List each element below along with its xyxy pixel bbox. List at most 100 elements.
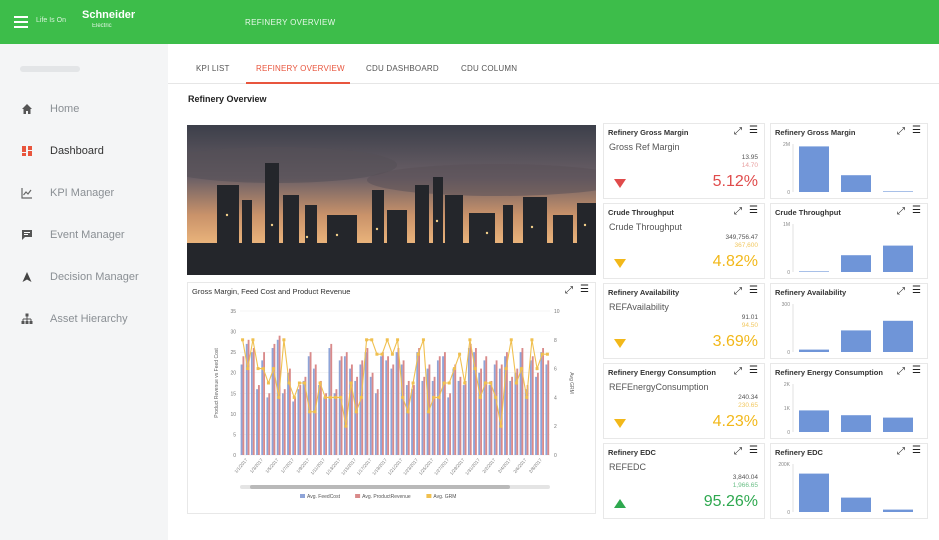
chart-line-icon bbox=[20, 186, 34, 200]
grm-point bbox=[473, 367, 477, 371]
grm-point bbox=[375, 352, 379, 356]
gross-margin-chart-panel: Gross Margin, Feed Cost and Product Reve… bbox=[187, 282, 596, 514]
refinery-image bbox=[187, 125, 596, 275]
bar-feed-cost bbox=[416, 352, 419, 455]
bar-product-revenue bbox=[402, 360, 405, 455]
sidebar-item-asset-hierarchy[interactable]: Asset Hierarchy bbox=[0, 302, 168, 336]
expand-icon[interactable]: ⤢ bbox=[897, 366, 905, 377]
grm-point bbox=[308, 410, 312, 414]
bar-product-revenue bbox=[490, 380, 493, 455]
grm-point bbox=[380, 352, 384, 356]
expand-icon[interactable]: ⤢ bbox=[897, 126, 905, 137]
grm-point bbox=[447, 381, 451, 385]
expand-icon[interactable]: ⤢ bbox=[734, 126, 742, 137]
bar-product-revenue bbox=[330, 343, 333, 455]
bar-product-revenue bbox=[371, 372, 374, 455]
bar-feed-cost bbox=[545, 364, 548, 455]
mini-bar bbox=[841, 255, 871, 272]
menu-icon[interactable]: ☰ bbox=[749, 445, 758, 456]
mini-tick-label: 1M bbox=[783, 222, 790, 228]
active-tab-indicator bbox=[246, 82, 350, 84]
grm-point bbox=[494, 395, 498, 399]
bar-feed-cost bbox=[405, 385, 408, 455]
bar-feed-cost bbox=[431, 380, 434, 455]
bar-feed-cost bbox=[467, 348, 470, 455]
bar-product-revenue bbox=[521, 348, 524, 455]
bar-feed-cost bbox=[535, 376, 537, 455]
sidebar-item-event-manager[interactable]: Event Manager bbox=[0, 218, 168, 252]
menu-icon[interactable]: ☰ bbox=[749, 285, 758, 296]
expand-icon[interactable]: ⤢ bbox=[897, 286, 905, 297]
bar-feed-cost bbox=[364, 352, 367, 455]
bar-feed-cost bbox=[514, 372, 517, 455]
menu-icon[interactable]: ☰ bbox=[749, 365, 758, 376]
menu-icon[interactable]: ☰ bbox=[912, 445, 921, 456]
kpi-percent: 5.12% bbox=[712, 173, 758, 190]
bar-feed-cost bbox=[354, 380, 357, 455]
grm-point bbox=[246, 367, 250, 371]
expand-icon[interactable]: ⤢ bbox=[734, 446, 742, 457]
mini-bar-chart: 200K 0 Refinery EDC ⤢ ☰ bbox=[770, 443, 928, 519]
bar-product-revenue bbox=[381, 352, 384, 455]
trend-down-icon bbox=[614, 339, 626, 348]
kpi-card: Refinery Availability ⤢ ☰ REFAvailabilit… bbox=[603, 283, 765, 359]
menu-icon[interactable]: ☰ bbox=[912, 285, 921, 296]
grm-point bbox=[261, 367, 265, 371]
grm-point bbox=[251, 338, 255, 342]
bar-feed-cost bbox=[318, 385, 320, 455]
navigation-arrow-icon bbox=[20, 270, 34, 284]
bar-product-revenue bbox=[459, 376, 462, 455]
menu-icon[interactable]: ☰ bbox=[912, 125, 921, 136]
bar-product-revenue bbox=[397, 348, 400, 455]
grm-point bbox=[483, 381, 487, 385]
dashboard-icon bbox=[20, 144, 34, 158]
bar-product-revenue bbox=[433, 376, 436, 455]
expand-icon[interactable]: ⤢ bbox=[897, 446, 905, 457]
sidebar-item-dashboard[interactable]: Dashboard bbox=[0, 134, 168, 168]
expand-icon[interactable]: ⤢ bbox=[897, 206, 905, 217]
grm-point bbox=[535, 367, 539, 371]
kpi-actual-value: 13.95 bbox=[741, 154, 758, 161]
expand-icon[interactable]: ⤢ bbox=[734, 286, 742, 297]
x-tick-label: 2/8/2017 bbox=[528, 457, 543, 474]
expand-icon[interactable]: ⤢ bbox=[734, 366, 742, 377]
kpi-subtitle: REFEDC bbox=[609, 462, 647, 472]
bar-feed-cost bbox=[328, 348, 331, 455]
tab-cdu-column[interactable]: CDU COLUMN bbox=[461, 64, 517, 73]
kpi-card: Crude Throughput ⤢ ☰ Crude Throughput 34… bbox=[603, 203, 765, 279]
brand-tagline: Life Is On bbox=[36, 17, 66, 24]
mini-bar-chart: 300 0 Refinery Availability ⤢ ☰ bbox=[770, 283, 928, 359]
tab-refinery-overview[interactable]: REFINERY OVERVIEW bbox=[256, 64, 345, 73]
bar-product-revenue bbox=[536, 372, 539, 455]
bar-feed-cost bbox=[385, 360, 388, 455]
tab-kpi-list[interactable]: KPI LIST bbox=[196, 64, 230, 73]
mini-bar bbox=[883, 191, 913, 192]
menu-icon[interactable]: ☰ bbox=[912, 205, 921, 216]
bar-product-revenue bbox=[412, 385, 415, 455]
combo-chart: 353025201510501086420Product Revenue vs … bbox=[214, 309, 574, 500]
expand-icon[interactable]: ⤢ bbox=[734, 206, 742, 217]
grm-point bbox=[297, 381, 301, 385]
bar-product-revenue bbox=[407, 380, 410, 455]
kpi-card: Refinery EDC ⤢ ☰ REFEDC 3,840.04 1,966.6… bbox=[603, 443, 765, 519]
menu-icon[interactable]: ☰ bbox=[912, 365, 921, 376]
hamburger-menu-icon[interactable] bbox=[14, 16, 28, 28]
sidebar: Home Dashboard KPI Manager Event Manager… bbox=[0, 44, 168, 540]
sidebar-item-kpi-manager[interactable]: KPI Manager bbox=[0, 176, 168, 210]
y-tick-label: 25 bbox=[230, 350, 236, 356]
grm-point bbox=[545, 352, 549, 356]
mini-chart-title: Refinery EDC bbox=[775, 448, 823, 457]
menu-icon[interactable]: ☰ bbox=[749, 125, 758, 136]
grm-point bbox=[354, 410, 358, 414]
grm-point bbox=[442, 381, 446, 385]
bar-feed-cost bbox=[524, 389, 527, 455]
sidebar-item-home[interactable]: Home bbox=[0, 92, 168, 126]
x-tick-label: 1/7/2017 bbox=[280, 457, 295, 474]
grm-point bbox=[421, 338, 425, 342]
grm-point bbox=[416, 352, 420, 356]
mini-chart-title: Crude Throughput bbox=[775, 208, 841, 217]
tab-cdu-dashboard[interactable]: CDU DASHBOARD bbox=[366, 64, 439, 73]
menu-icon[interactable]: ☰ bbox=[749, 205, 758, 216]
sidebar-item-decision-manager[interactable]: Decision Manager bbox=[0, 260, 168, 294]
mini-bar-chart: 2M 0 Refinery Gross Margin ⤢ ☰ bbox=[770, 123, 928, 199]
